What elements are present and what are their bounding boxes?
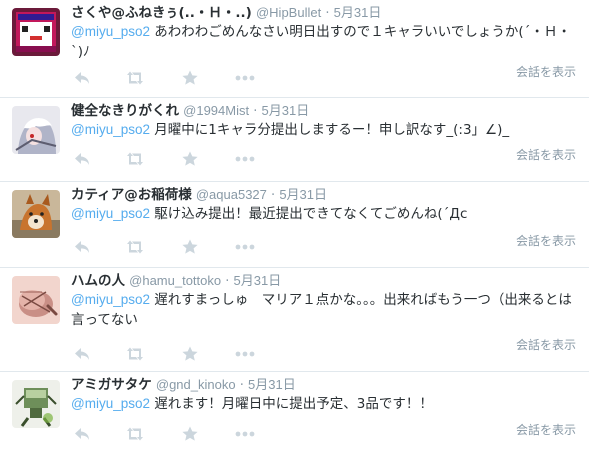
timestamp[interactable]: 5月31日: [234, 273, 282, 288]
timestamp[interactable]: 5月31日: [248, 377, 296, 392]
username[interactable]: @aqua5327: [196, 187, 267, 202]
separator: ·: [271, 188, 276, 203]
reply-icon[interactable]: [72, 424, 92, 444]
avatar[interactable]: [12, 380, 60, 428]
tweet-item[interactable]: ハムの人 @hamu_tottoko · 5月31日 @miyu_pso2 遅れ…: [0, 268, 589, 372]
star-icon[interactable]: [180, 344, 200, 364]
fullname[interactable]: さくや@ふねきぅ(..・Ｈ・..): [71, 5, 252, 21]
star-icon[interactable]: [180, 68, 200, 88]
separator: ·: [225, 274, 230, 289]
mention-link[interactable]: @miyu_pso2: [71, 396, 150, 411]
tweet-item[interactable]: カティア@お稲荷様 @aqua5327 · 5月31日 @miyu_pso2 駆…: [0, 182, 589, 268]
avatar[interactable]: [12, 190, 60, 238]
tweet-timeline: さくや@ふねきぅ(..・Ｈ・..) @HipBullet · 5月31日 @mi…: [0, 0, 589, 456]
fullname[interactable]: カティア@お稲荷様: [71, 187, 192, 203]
retweet-icon[interactable]: [124, 424, 144, 444]
retweet-icon[interactable]: [124, 237, 144, 257]
view-conversation-link[interactable]: 会話を表示: [516, 233, 576, 249]
more-icon[interactable]: [234, 424, 255, 444]
reply-icon[interactable]: [72, 68, 92, 88]
timestamp[interactable]: 5月31日: [262, 103, 310, 118]
more-icon[interactable]: [234, 68, 255, 88]
tweet-item[interactable]: アミガサタケ @gnd_kinoko · 5月31日 @miyu_pso2 遅れ…: [0, 372, 589, 456]
mention-link[interactable]: @miyu_pso2: [71, 206, 150, 221]
username[interactable]: @gnd_kinoko: [156, 377, 236, 392]
star-icon[interactable]: [180, 237, 200, 257]
fullname[interactable]: ハムの人: [71, 273, 125, 289]
mention-link[interactable]: @miyu_pso2: [71, 24, 150, 39]
retweet-icon[interactable]: [124, 149, 144, 169]
separator: ·: [325, 6, 330, 21]
view-conversation-link[interactable]: 会話を表示: [516, 147, 576, 163]
timestamp[interactable]: 5月31日: [334, 5, 382, 20]
view-conversation-link[interactable]: 会話を表示: [516, 337, 576, 353]
reply-icon[interactable]: [72, 344, 92, 364]
star-icon[interactable]: [180, 424, 200, 444]
retweet-icon[interactable]: [124, 68, 144, 88]
tweet-text: @miyu_pso2 あわわわごめんなさい明日出すので１キャラいいでしょうか(´…: [71, 22, 575, 62]
tweet-text: @miyu_pso2 駆け込み提出！最近提出できてなくてごめんね(´Дc: [71, 204, 575, 224]
tweet-item[interactable]: 健全なきりがくれ @1994Mist · 5月31日 @miyu_pso2 月曜…: [0, 98, 589, 182]
tweet-text: @miyu_pso2 月曜中に1キャラ分提出しまするー！申し訳なす_(:3」∠)…: [71, 120, 575, 140]
tweet-text: @miyu_pso2 遅れすまっしゅ マリア１点かな。。。出来ればもう一つ（出来…: [71, 290, 575, 330]
tweet-text: @miyu_pso2 遅れます！月曜日中に提出予定、3品です！！: [71, 394, 575, 414]
mention-link[interactable]: @miyu_pso2: [71, 122, 150, 137]
separator: ·: [253, 104, 258, 119]
username[interactable]: @1994Mist: [183, 103, 249, 118]
star-icon[interactable]: [180, 149, 200, 169]
mention-link[interactable]: @miyu_pso2: [71, 292, 150, 307]
view-conversation-link[interactable]: 会話を表示: [516, 422, 576, 438]
timestamp[interactable]: 5月31日: [279, 187, 327, 202]
separator: ·: [239, 378, 244, 393]
fullname[interactable]: アミガサタケ: [71, 377, 152, 393]
tweet-item[interactable]: さくや@ふねきぅ(..・Ｈ・..) @HipBullet · 5月31日 @mi…: [0, 0, 589, 98]
fullname[interactable]: 健全なきりがくれ: [71, 103, 179, 119]
username[interactable]: @hamu_tottoko: [129, 273, 221, 288]
more-icon[interactable]: [234, 149, 255, 169]
avatar[interactable]: [12, 106, 60, 154]
tweet-body: 駆け込み提出！最近提出できてなくてごめんね(´Дc: [150, 206, 468, 222]
reply-icon[interactable]: [72, 149, 92, 169]
avatar[interactable]: [12, 8, 60, 56]
tweet-body: 月曜中に1キャラ分提出しまするー！申し訳なす_(:3」∠)_: [150, 122, 510, 138]
reply-icon[interactable]: [72, 237, 92, 257]
retweet-icon[interactable]: [124, 344, 144, 364]
more-icon[interactable]: [234, 344, 255, 364]
tweet-body: 遅れます！月曜日中に提出予定、3品です！！: [150, 396, 433, 412]
avatar[interactable]: [12, 276, 60, 324]
view-conversation-link[interactable]: 会話を表示: [516, 64, 576, 80]
username[interactable]: @HipBullet: [256, 5, 321, 20]
more-icon[interactable]: [234, 237, 255, 257]
